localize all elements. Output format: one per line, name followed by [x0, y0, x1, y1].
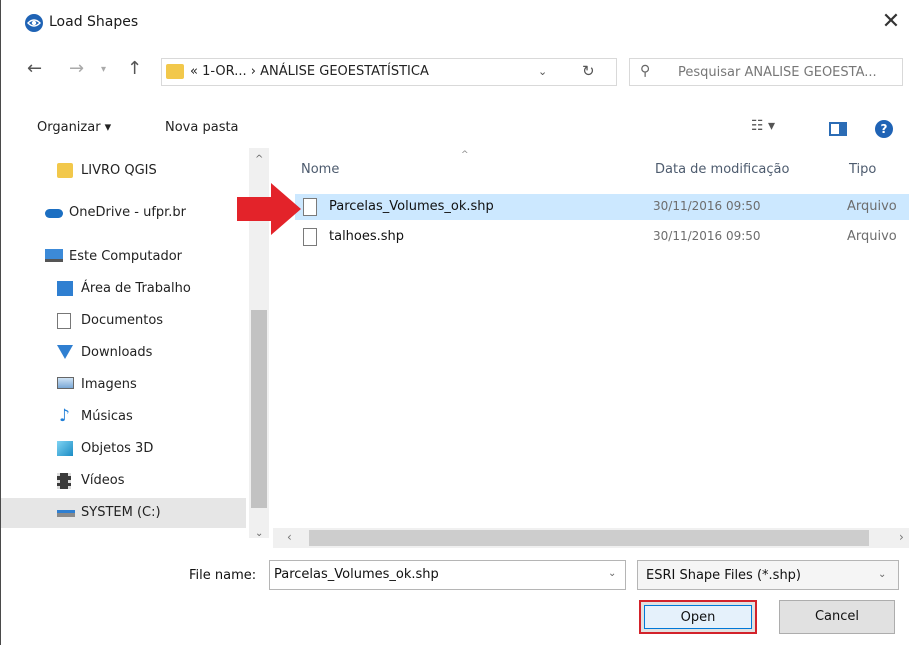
file-row[interactable]: talhoes.shp 30/11/2016 09:50 Arquivo [295, 224, 909, 250]
title-bar: Load Shapes ✕ [1, 0, 909, 42]
new-folder-button[interactable]: Nova pasta [165, 120, 239, 135]
load-shapes-dialog: Load Shapes ✕ ← → ▾ ↑ « 1-OR... › ANÁLIS… [0, 0, 909, 645]
up-arrow-icon[interactable]: ↑ [127, 58, 142, 79]
sidebar-item-label: Músicas [81, 409, 133, 424]
scroll-down-icon[interactable]: ⌄ [255, 528, 263, 539]
sidebar-item-system-c[interactable]: SYSTEM (C:) [1, 498, 246, 528]
sidebar-item-documentos[interactable]: Documentos [1, 306, 246, 336]
sidebar-item-este-computador[interactable]: Este Computador [1, 242, 246, 272]
navigation-pane: LIVRO QGIS OneDrive - ufpr.br Este Compu… [1, 148, 271, 528]
sidebar-item-area-de-trabalho[interactable]: Área de Trabalho [1, 274, 246, 304]
column-header-type[interactable]: Tipo [849, 162, 876, 177]
music-icon: ♪ [59, 406, 70, 426]
address-path[interactable]: « 1-OR... › ANÁLISE GEOESTATÍSTICA [190, 64, 429, 79]
file-modified: 30/11/2016 09:50 [653, 199, 761, 213]
column-header-date[interactable]: Data de modificação [655, 162, 789, 177]
sidebar-item-label: Área de Trabalho [81, 281, 191, 296]
file-modified: 30/11/2016 09:50 [653, 229, 761, 243]
cloud-icon [45, 209, 63, 218]
desktop-icon [57, 281, 73, 296]
folder-icon [166, 64, 184, 79]
address-bar[interactable]: « 1-OR... › ANÁLISE GEOESTATÍSTICA ⌄ ↻ [161, 58, 617, 86]
file-type-filter[interactable]: ESRI Shape Files (*.shp) ⌄ [637, 560, 899, 590]
sidebar-item-label: Este Computador [69, 249, 183, 264]
sidebar-item-label: OneDrive - ufpr.br [69, 205, 187, 220]
file-type-filter-value: ESRI Shape Files (*.shp) [646, 568, 802, 583]
red-annotation-arrow-icon [237, 183, 301, 235]
folder-icon [57, 163, 73, 178]
download-icon [57, 345, 73, 359]
sidebar-item-objetos-3d[interactable]: Objetos 3D [1, 434, 246, 464]
app-globe-icon [25, 14, 43, 32]
sidebar-item-musicas[interactable]: ♪ Músicas [1, 402, 246, 432]
sidebar-item-label: Objetos 3D [81, 441, 154, 456]
file-icon [303, 198, 317, 216]
file-list-horizontal-scrollbar[interactable]: ‹ › [273, 528, 909, 548]
search-input[interactable]: Pesquisar ANÁLISE GEOESTA... [678, 65, 900, 80]
sidebar-item-label: Imagens [81, 377, 137, 392]
horizontal-scroll-thumb[interactable] [309, 530, 869, 546]
column-header-name[interactable]: Nome [301, 162, 339, 177]
file-name-label: File name: [189, 568, 257, 583]
organize-button[interactable]: Organizar ▾ [37, 120, 111, 135]
open-button-label: Open [644, 605, 752, 629]
search-box[interactable]: ⚲ Pesquisar ANÁLISE GEOESTA... [629, 58, 903, 86]
drive-icon [57, 510, 75, 517]
sidebar-item-label: LIVRO QGIS [81, 163, 157, 178]
file-name: talhoes.shp [329, 229, 405, 244]
file-name-input[interactable] [270, 561, 590, 587]
documents-icon [57, 313, 71, 329]
pictures-icon [57, 377, 74, 389]
help-icon[interactable]: ? [875, 120, 893, 138]
back-arrow-icon[interactable]: ← [27, 58, 42, 79]
search-icon: ⚲ [640, 63, 651, 79]
window-title: Load Shapes [49, 14, 139, 30]
3d-objects-icon [57, 441, 73, 456]
file-name-field[interactable]: ⌄ [269, 560, 626, 590]
filter-dropdown-icon[interactable]: ⌄ [878, 569, 886, 580]
file-name: Parcelas_Volumes_ok.shp [329, 199, 494, 214]
address-dropdown-icon[interactable]: ⌄ [538, 65, 547, 78]
refresh-icon[interactable]: ↻ [582, 62, 595, 80]
computer-icon [45, 249, 63, 262]
preview-pane-icon[interactable] [829, 122, 847, 136]
sidebar-item-label: Documentos [81, 313, 164, 328]
sidebar-item-downloads[interactable]: Downloads [1, 338, 246, 368]
scroll-right-icon[interactable]: › [899, 530, 904, 544]
sort-ascending-icon: ^ [461, 150, 469, 160]
sidebar-scroll-thumb[interactable] [251, 310, 267, 508]
open-button[interactable]: Open [639, 600, 757, 634]
close-button[interactable]: ✕ [877, 8, 905, 36]
file-type: Arquivo [847, 229, 897, 244]
scroll-up-icon[interactable]: ^ [255, 154, 263, 165]
file-row[interactable]: Parcelas_Volumes_ok.shp 30/11/2016 09:50… [295, 194, 909, 220]
sidebar-item-imagens[interactable]: Imagens [1, 370, 246, 400]
sidebar-item-label: Downloads [81, 345, 153, 360]
view-options-icon[interactable]: ☷ ▾ [751, 118, 775, 134]
recent-locations-dropdown-icon[interactable]: ▾ [101, 64, 106, 75]
cancel-button[interactable]: Cancel [779, 600, 895, 634]
videos-icon [57, 473, 71, 489]
sidebar-item-label: Vídeos [81, 473, 125, 488]
scroll-left-icon[interactable]: ‹ [287, 530, 292, 544]
sidebar-item-onedrive[interactable]: OneDrive - ufpr.br [1, 198, 246, 228]
file-name-dropdown-icon[interactable]: ⌄ [608, 568, 616, 579]
navigation-bar: ← → ▾ ↑ « 1-OR... › ANÁLISE GEOESTATÍSTI… [1, 50, 909, 90]
sidebar-item-livro-qgis[interactable]: LIVRO QGIS [1, 156, 246, 186]
command-toolbar: Organizar ▾ Nova pasta ☷ ▾ ? [1, 112, 909, 146]
forward-arrow-icon[interactable]: → [69, 58, 84, 79]
file-icon [303, 228, 317, 246]
sidebar-item-videos[interactable]: Vídeos [1, 466, 246, 496]
file-type: Arquivo [847, 199, 897, 214]
sidebar-item-label: SYSTEM (C:) [81, 505, 161, 520]
file-list: Nome ^ Data de modificação Tipo Parcelas… [273, 148, 909, 528]
